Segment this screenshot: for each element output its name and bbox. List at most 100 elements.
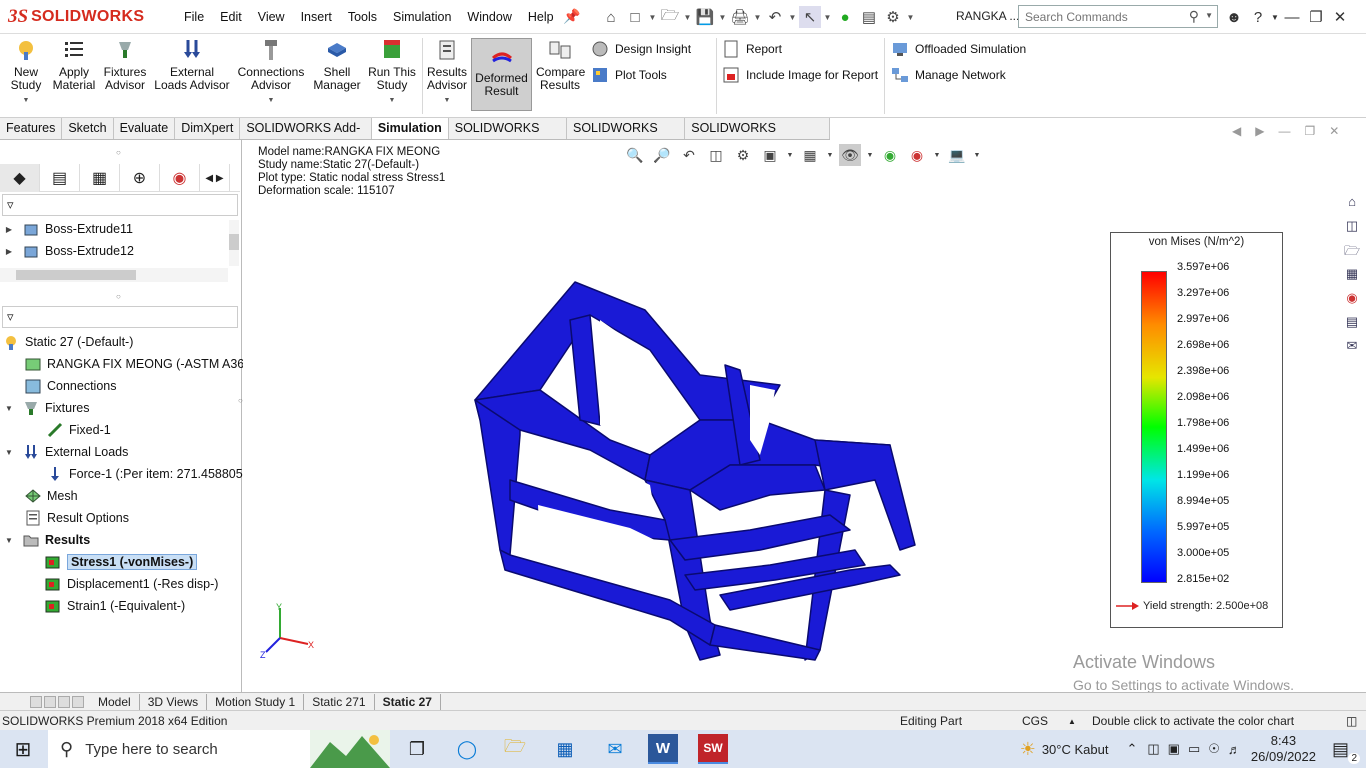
study-root[interactable]: Static 27 (-Default-)	[2, 331, 133, 353]
chevron-down-icon[interactable]: ▼	[683, 13, 692, 22]
battery-icon[interactable]: ▭	[1188, 741, 1200, 757]
chevron-down-icon[interactable]: ▼	[973, 144, 981, 166]
close-icon[interactable]: ✕	[1328, 8, 1352, 26]
menu-file[interactable]: File	[176, 10, 212, 24]
include-image-button[interactable]: Include Image for Report	[722, 66, 878, 84]
fixtures-advisor-button[interactable]: Fixtures Advisor	[102, 38, 148, 92]
menu-simulation[interactable]: Simulation	[385, 10, 459, 24]
display-style-icon[interactable]: ▦	[799, 144, 821, 166]
search-icon[interactable]: ⚲	[1189, 8, 1199, 25]
chevron-down-icon[interactable]: ▼	[366, 94, 418, 107]
tray-app-icon[interactable]: ◫	[1147, 741, 1159, 757]
tab-simulation[interactable]: Simulation	[371, 118, 449, 139]
configuration-manager-tab-icon[interactable]: ▦	[80, 164, 120, 192]
tab-scroll-icon[interactable]: ◀ ▶	[200, 164, 230, 192]
forum-icon[interactable]: ✉	[1340, 338, 1364, 360]
chevron-down-icon[interactable]: ▼	[236, 94, 306, 107]
design-insight-button[interactable]: Design Insight	[591, 40, 691, 58]
tab-dimxpert[interactable]: DimXpert	[175, 118, 241, 139]
chevron-down-icon[interactable]: ▼	[826, 144, 834, 166]
units-chevron-up-icon[interactable]: ▲	[1068, 717, 1076, 726]
viewport-close-icon[interactable]: ✕	[1329, 124, 1339, 138]
file-explorer-icon[interactable]: 🗁	[1340, 242, 1364, 264]
file-explorer-icon[interactable]: 🗁	[500, 734, 530, 764]
tab-static-271[interactable]: Static 271	[304, 693, 375, 710]
tab-model[interactable]: Model	[90, 693, 140, 710]
tab-inspection[interactable]: SOLIDWORKS Inspection	[685, 118, 830, 156]
tree-item-connections[interactable]: Connections	[24, 375, 117, 397]
menu-window[interactable]: Window	[459, 10, 519, 24]
last-tab-icon[interactable]	[72, 695, 84, 708]
tab-3d-views[interactable]: 3D Views	[140, 693, 208, 710]
next-viewport-icon[interactable]: ▶	[1255, 124, 1264, 138]
notification-icon[interactable]: ▤ 2	[1332, 739, 1360, 764]
collapse-arrow-icon[interactable]: ▼	[4, 536, 14, 545]
tab-mbd[interactable]: SOLIDWORKS MBD	[449, 118, 567, 156]
run-this-study-button[interactable]: Run This Study ▼	[366, 38, 418, 107]
clock[interactable]: 8:43 26/09/2022	[1251, 733, 1316, 765]
collapse-arrow-icon[interactable]: ▼	[4, 448, 14, 457]
mail-icon[interactable]: ✉	[600, 734, 630, 764]
deformed-result-content[interactable]: Deformed Result	[471, 44, 532, 98]
appearances-icon[interactable]: ◉	[1340, 290, 1364, 312]
save-icon[interactable]: 💾	[694, 6, 716, 28]
section-view-icon[interactable]: ◫	[705, 144, 727, 166]
minimize-icon[interactable]: —	[1280, 9, 1304, 26]
new-document-icon[interactable]: □	[624, 6, 646, 28]
help-dropdown-icon[interactable]: ▼	[1270, 13, 1280, 22]
expand-arrow-icon[interactable]: ▶	[4, 225, 14, 234]
apply-material-button[interactable]: Apply Material	[50, 38, 98, 92]
splitter-handle-icon[interactable]: ○	[116, 148, 121, 157]
search-commands-input[interactable]	[1025, 9, 1185, 24]
home-icon[interactable]: ⌂	[600, 6, 622, 28]
tree-item-mesh[interactable]: Mesh	[24, 485, 78, 507]
print-icon[interactable]: 🖨	[729, 6, 751, 28]
zoom-to-fit-icon[interactable]: 🔍	[624, 144, 646, 166]
tree-horizontal-scrollbar[interactable]	[0, 268, 228, 282]
edit-appearance-icon[interactable]: ◉	[879, 144, 901, 166]
tree-item-stress1[interactable]: Stress1 (-vonMises-)	[44, 551, 198, 573]
scrollbar-thumb[interactable]	[16, 270, 136, 280]
dynamic-annotation-icon[interactable]: ⚙	[732, 144, 754, 166]
tree-item-force1[interactable]: Force-1 (:Per item: 271.45880597	[46, 463, 257, 485]
tab-features[interactable]: Features	[0, 118, 63, 139]
chevron-down-icon[interactable]: ▼	[823, 13, 832, 22]
tab-motion-study-1[interactable]: Motion Study 1	[207, 693, 305, 710]
select-arrow-icon[interactable]: ↖	[799, 6, 821, 28]
chevron-down-icon[interactable]: ▼	[866, 144, 874, 166]
dimxpert-manager-tab-icon[interactable]: ⊕	[120, 164, 160, 192]
feature-manager-tab-icon[interactable]: ◆	[0, 164, 40, 192]
prev-tab-icon[interactable]	[44, 695, 56, 708]
offloaded-simulation-button[interactable]: Offloaded Simulation	[891, 40, 1026, 58]
viewport-restore-icon[interactable]: ❐	[1304, 124, 1315, 138]
tray-app-icon[interactable]: ▣	[1168, 741, 1180, 757]
solidworks-taskbar-icon[interactable]: SW	[698, 734, 728, 764]
first-tab-icon[interactable]	[30, 695, 42, 708]
scrollbar-thumb[interactable]	[229, 234, 239, 250]
chevron-down-icon[interactable]: ▼	[1205, 11, 1213, 20]
tab-evaluate[interactable]: Evaluate	[114, 118, 176, 139]
help-icon[interactable]: ?	[1246, 9, 1270, 26]
tree-item-strain1[interactable]: Strain1 (-Equivalent-)	[44, 595, 185, 617]
tree-item-fixtures[interactable]: ▼ Fixtures	[4, 397, 89, 419]
collapse-arrow-icon[interactable]: ▼	[4, 404, 14, 413]
menu-tools[interactable]: Tools	[340, 10, 385, 24]
external-loads-advisor-button[interactable]: External Loads Advisor	[152, 38, 232, 92]
status-tool-icon[interactable]: ◫	[1346, 714, 1357, 728]
stress-plot-model[interactable]	[470, 280, 920, 665]
menu-insert[interactable]: Insert	[293, 10, 340, 24]
compare-results-button[interactable]: Compare Results	[536, 38, 585, 92]
report-button[interactable]: Report	[722, 40, 782, 58]
tree-item-external-loads[interactable]: ▼ External Loads	[4, 441, 128, 463]
previous-viewport-icon[interactable]: ◀	[1232, 124, 1241, 138]
tree-item-result-options[interactable]: Result Options	[24, 507, 129, 529]
menu-help[interactable]: Help	[520, 10, 562, 24]
chevron-down-icon[interactable]: ▼	[786, 144, 794, 166]
color-chart-legend[interactable]: von Mises (N/m^2) 3.597e+06 3.297e+06 2.99…	[1110, 232, 1283, 628]
chevron-down-icon[interactable]: ▼	[906, 13, 915, 22]
pin-icon[interactable]: 📌	[563, 8, 580, 25]
view-palette-icon[interactable]: ▦	[1340, 266, 1364, 288]
study-tree-filter[interactable]: ▿	[2, 306, 238, 328]
expand-arrow-icon[interactable]: ▶	[4, 247, 14, 256]
show-hidden-icons-icon[interactable]: ⌃	[1126, 741, 1137, 757]
